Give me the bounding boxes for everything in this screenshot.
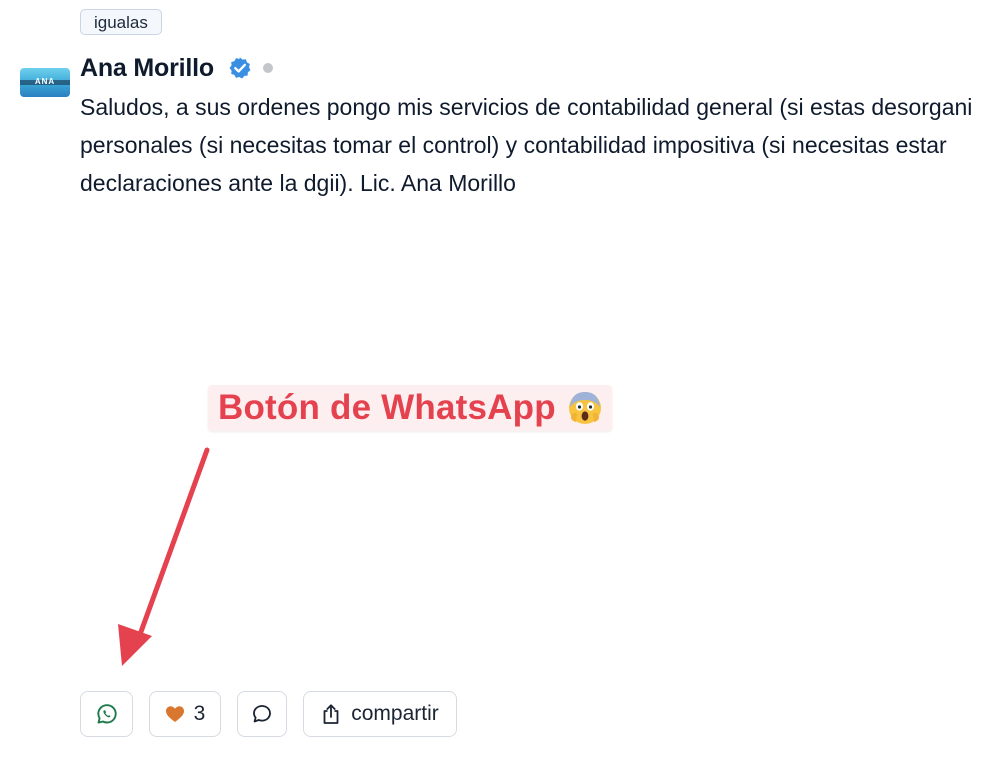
whatsapp-icon (96, 704, 117, 724)
annotation-label: Botón de WhatsApp (218, 388, 556, 427)
author-name[interactable]: Ana Morillo (80, 54, 214, 83)
annotation-arrow (118, 447, 210, 666)
like-count: 3 (193, 702, 206, 725)
face-screaming-in-fear-icon (568, 392, 601, 424)
post-actions: 3 compartir (80, 691, 457, 737)
post-screen: igualas ANA Ana Morillo Saludos, a sus o… (0, 0, 1000, 761)
post-body-line: Saludos, a sus ordenes pongo mis servici… (80, 94, 973, 120)
whatsapp-button[interactable] (80, 691, 133, 737)
avatar[interactable]: ANA (20, 68, 70, 97)
presence-dot (262, 63, 273, 73)
comment-button[interactable] (237, 691, 287, 737)
annotation-callout: Botón de WhatsApp (208, 385, 612, 431)
category-tag[interactable]: igualas (80, 9, 162, 35)
share-icon (323, 704, 339, 724)
comment-bubble-icon (253, 705, 271, 723)
avatar-initials: ANA (34, 77, 56, 86)
verified-badge-icon (229, 57, 251, 79)
share-label: compartir (351, 702, 439, 725)
share-button[interactable]: compartir (303, 691, 457, 737)
heart-icon (165, 706, 184, 722)
post-body-line: declaraciones ante la dgii). Lic. Ana Mo… (80, 170, 516, 196)
like-button[interactable]: 3 (149, 691, 221, 737)
post-body-line: personales (si necesitas tomar el contro… (80, 132, 947, 158)
post-body: Saludos, a sus ordenes pongo mis servici… (80, 88, 1000, 202)
author-row: Ana Morillo (80, 52, 273, 84)
